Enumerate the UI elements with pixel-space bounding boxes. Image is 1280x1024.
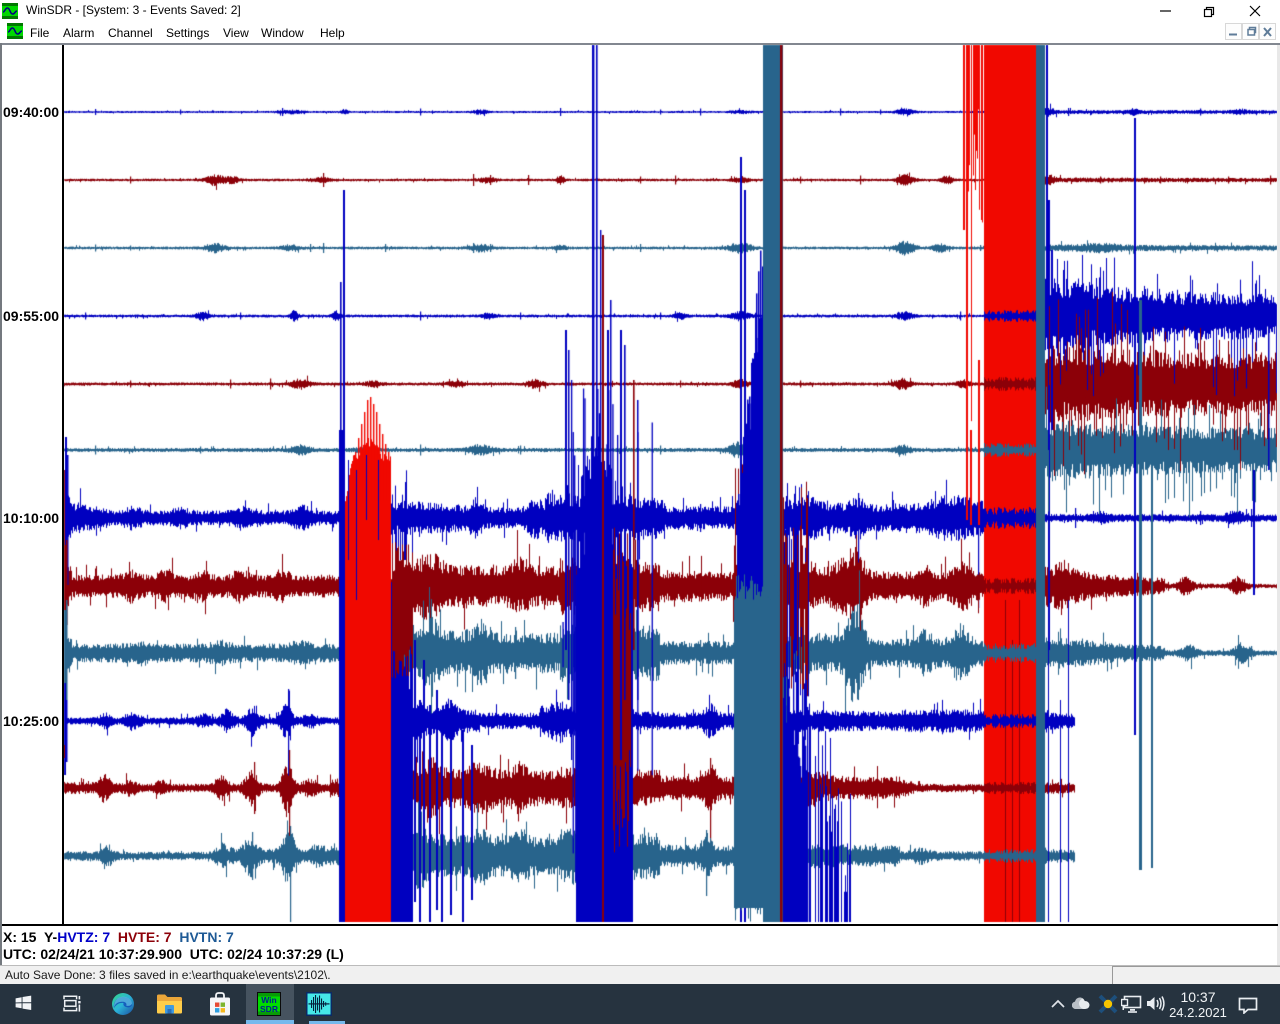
svg-text:SDR: SDR: [260, 1004, 278, 1014]
